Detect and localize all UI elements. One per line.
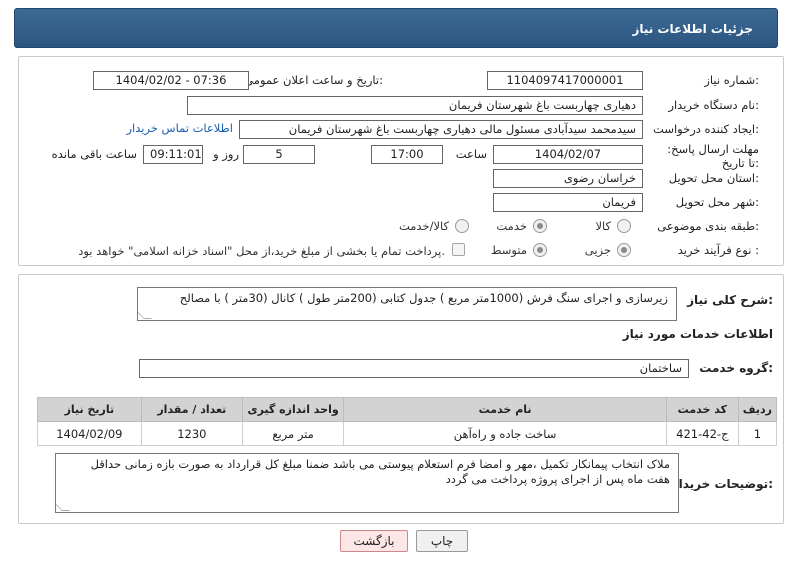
cell-service-name: ساخت جاده و راه‌آهن bbox=[343, 421, 667, 446]
remaining-days-field[interactable]: 5 bbox=[243, 145, 315, 164]
remaining-days-label: روز و bbox=[213, 147, 239, 161]
back-button[interactable]: بازگشت bbox=[340, 530, 408, 552]
buyer-notes-label: توضیحات خریدار: bbox=[671, 477, 773, 491]
summary-text: زیرسازی و اجرای سنگ فرش (1000متر مربع ) … bbox=[179, 291, 668, 305]
cell-service-code: ج-42-421 bbox=[665, 421, 739, 446]
process-radio-minor[interactable] bbox=[617, 243, 631, 257]
treasury-payment-note: پرداخت تمام یا بخشی از مبلغ خرید،از محل … bbox=[78, 244, 445, 258]
buyer-contact-link[interactable]: اطلاعات تماس خریدار bbox=[126, 121, 233, 135]
deadline-date-field[interactable]: 1404/02/07 bbox=[493, 145, 643, 164]
category-option-goods: کالا bbox=[595, 219, 611, 233]
col-qty-header: تعداد / مقدار bbox=[140, 397, 243, 422]
process-option-minor: جزیی bbox=[584, 243, 611, 257]
need-number-field[interactable]: 1104097417000001 bbox=[487, 71, 643, 90]
category-label: طبقه بندی موضوعی: bbox=[657, 219, 759, 233]
province-label: استان محل تحویل: bbox=[668, 171, 759, 185]
buyer-org-label: نام دستگاه خریدار: bbox=[668, 98, 759, 112]
table-header-row: ردیف کد خدمت نام خدمت واحد اندازه گیری ت… bbox=[37, 397, 778, 422]
cell-quantity: 1230 bbox=[140, 421, 243, 446]
page-title: جزئیات اطلاعات نیاز bbox=[632, 22, 753, 36]
category-option-goods-service: کالا/خدمت bbox=[398, 219, 449, 233]
summary-label: شرح کلی نیاز: bbox=[687, 293, 773, 307]
col-code-header: کد خدمت bbox=[665, 397, 739, 422]
cell-unit: متر مربع bbox=[241, 421, 345, 446]
process-radio-medium[interactable] bbox=[533, 243, 547, 257]
province-field[interactable]: خراسان رضوی bbox=[493, 169, 643, 188]
deadline-label: مهلت ارسال پاسخ: تا تاریخ: bbox=[667, 142, 759, 170]
remaining-time-label: ساعت باقی مانده bbox=[51, 147, 137, 161]
announce-datetime-label: تاریخ و ساعت اعلان عمومی: bbox=[244, 73, 383, 87]
page-frame: جزئیات اطلاعات نیاز شماره نیاز: 11040974… bbox=[4, 4, 784, 562]
cell-row-number: 1 bbox=[737, 421, 778, 446]
service-details-panel: شرح کلی نیاز: زیرسازی و اجرای سنگ فرش (1… bbox=[18, 274, 784, 524]
print-button[interactable]: چاپ bbox=[416, 530, 468, 552]
process-type-label: نوع فرآیند خرید : bbox=[677, 243, 759, 257]
city-field[interactable]: فریمان bbox=[493, 193, 643, 212]
deadline-time-field[interactable]: 17:00 bbox=[371, 145, 443, 164]
summary-textarea[interactable]: زیرسازی و اجرای سنگ فرش (1000متر مربع ) … bbox=[137, 287, 677, 321]
category-option-service: خدمت bbox=[496, 219, 527, 233]
category-radio-goods[interactable] bbox=[617, 219, 631, 233]
city-label: شهر محل تحویل: bbox=[675, 195, 759, 209]
service-group-label: گروه خدمت: bbox=[699, 361, 773, 375]
treasury-payment-checkbox[interactable] bbox=[452, 243, 465, 256]
requester-field[interactable]: سیدمحمد سیدآبادی مسئول مالی دهیاری چهارب… bbox=[239, 120, 643, 139]
page-header: جزئیات اطلاعات نیاز bbox=[14, 8, 778, 48]
services-heading: اطلاعات خدمات مورد نیاز bbox=[622, 327, 773, 341]
buyer-org-field[interactable]: دهیاری چهاربست باغ شهرستان فریمان bbox=[187, 96, 643, 115]
buyer-notes-textarea[interactable]: ملاک انتخاب پیمانکار تکمیل ،مهر و امضا ف… bbox=[55, 453, 679, 513]
need-info-panel: شماره نیاز: 1104097417000001 تاریخ و ساع… bbox=[18, 56, 784, 266]
deadline-time-label: ساعت bbox=[455, 147, 487, 161]
announce-datetime-field[interactable]: 1404/02/02 - 07:36 bbox=[93, 71, 249, 90]
col-unit-header: واحد اندازه گیری bbox=[241, 397, 345, 422]
requester-label: ایجاد کننده درخواست: bbox=[653, 122, 759, 136]
resize-grip-icon[interactable] bbox=[138, 311, 152, 319]
buyer-notes-text: ملاک انتخاب پیمانکار تکمیل ،مهر و امضا ف… bbox=[90, 457, 670, 486]
services-table: ردیف کد خدمت نام خدمت واحد اندازه گیری ت… bbox=[37, 397, 778, 446]
col-date-header: تاریخ نیاز bbox=[37, 397, 142, 422]
table-row[interactable]: 1 ج-42-421 ساخت جاده و راه‌آهن متر مربع … bbox=[37, 421, 778, 446]
process-option-medium: متوسط bbox=[490, 243, 527, 257]
need-number-label: شماره نیاز: bbox=[704, 73, 759, 87]
col-name-header: نام خدمت bbox=[343, 397, 667, 422]
service-group-field[interactable]: ساختمان bbox=[139, 359, 689, 378]
category-radio-service[interactable] bbox=[533, 219, 547, 233]
category-radio-goods-service[interactable] bbox=[455, 219, 469, 233]
remaining-time-field[interactable]: 09:11:01 bbox=[143, 145, 203, 164]
resize-grip-icon[interactable] bbox=[56, 503, 70, 511]
col-row-header: ردیف bbox=[737, 397, 778, 422]
cell-need-date: 1404/02/09 bbox=[37, 421, 142, 446]
